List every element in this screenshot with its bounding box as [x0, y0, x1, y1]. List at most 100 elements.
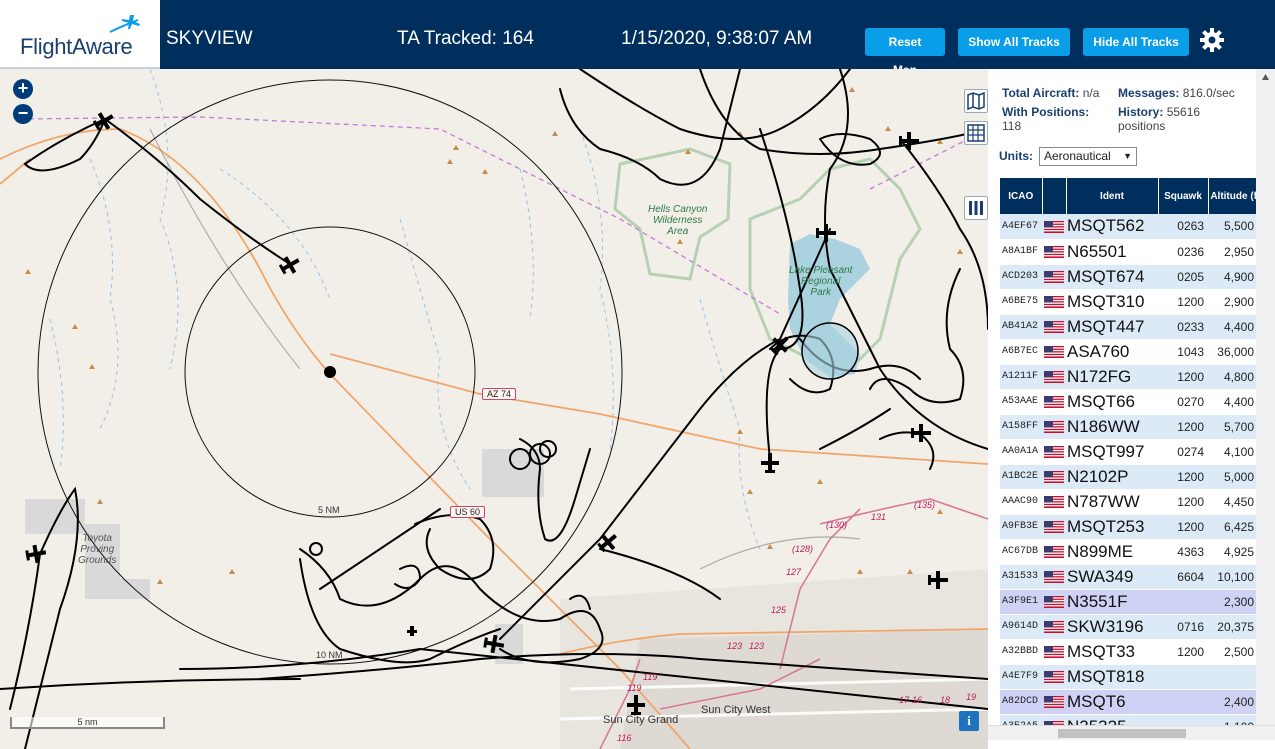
- place-hells-canyon: Hells Canyon Wilderness Area: [648, 204, 708, 237]
- ident-cell: N65501: [1066, 239, 1158, 265]
- icao-cell: AC67DB: [1000, 539, 1042, 565]
- ident-cell: N172FG: [1066, 364, 1158, 390]
- ident-cell: MSQT66: [1066, 389, 1158, 415]
- history-stat: History: 55616 positions: [1118, 105, 1200, 133]
- route-number: 127: [786, 567, 802, 577]
- place-sun-city-west: Sun City West: [701, 704, 771, 716]
- icao-cell: A31533: [1000, 564, 1042, 590]
- altitude-value: 4,100: [1223, 444, 1254, 459]
- ident-cell: N899ME: [1066, 539, 1158, 565]
- total-aircraft-value: n/a: [1082, 86, 1100, 100]
- plane-logo-icon: [109, 15, 140, 33]
- history-value: 55616: [1166, 105, 1201, 119]
- squawk-cell: 1200: [1158, 364, 1208, 390]
- route-number: 119: [643, 672, 658, 682]
- map-layers-icon[interactable]: [964, 89, 988, 113]
- aircraft-table-container[interactable]: ICAO Ident Squawk Altitude (ft) A4EF67 MS…: [1000, 178, 1266, 726]
- aircraft-row[interactable]: A8A1BFN6550102362,950▲: [1000, 239, 1266, 265]
- app-name: SKYVIEW: [166, 28, 253, 49]
- flag-cell: [1042, 464, 1066, 490]
- aircraft-row[interactable]: A4EF67 MSQT562 0263 5,500: [1000, 214, 1266, 240]
- aircraft-row[interactable]: AB41A2 MSQT447 0233 4,400: [1000, 314, 1266, 340]
- icao-cell: A1211F: [1000, 364, 1042, 390]
- route-number: 123: [727, 641, 743, 651]
- flightaware-logo[interactable]: FlightAware: [0, 0, 160, 69]
- route-number: 125: [771, 605, 787, 615]
- reset-map-button[interactable]: Reset Map: [865, 28, 945, 77]
- flag-cell: [1042, 614, 1066, 640]
- with-positions-label: With Positions:: [1002, 105, 1090, 119]
- aircraft-row[interactable]: A1211FN172FG12004,800▼: [1000, 364, 1266, 390]
- units-label: Units:: [999, 149, 1033, 163]
- flag-cell: [1042, 314, 1066, 340]
- zoom-in-button[interactable]: +: [13, 79, 33, 99]
- map-canvas[interactable]: [0, 69, 988, 749]
- column-header-squawk[interactable]: Squawk: [1158, 178, 1209, 214]
- aircraft-row[interactable]: A31533SWA349660410,100▲: [1000, 564, 1266, 590]
- aircraft-row[interactable]: A6B7EC ASA760 1043 36,000: [1000, 339, 1266, 365]
- horizontal-scrollbar[interactable]: [988, 725, 1275, 740]
- map-view[interactable]: + − 5 NM 10 NM AZ 74 US 60 Hells Canyon …: [0, 69, 988, 749]
- squawk-cell: 0274: [1158, 439, 1208, 465]
- route-number: 131: [871, 512, 887, 522]
- scroll-up-arrow-icon[interactable]: [1261, 71, 1270, 83]
- show-all-tracks-button[interactable]: Show All Tracks: [958, 28, 1070, 56]
- altitude-value: 4,900: [1223, 269, 1254, 284]
- ident-cell: N2102P: [1066, 464, 1158, 490]
- aircraft-row[interactable]: A32BBDMSQT3312002,500▲: [1000, 639, 1266, 665]
- total-aircraft-stat: Total Aircraft: n/a: [1002, 86, 1099, 100]
- units-select[interactable]: Aeronautical ▼: [1039, 147, 1137, 166]
- ident-cell: MSQT818: [1066, 664, 1158, 690]
- squawk-cell: 0236: [1158, 239, 1208, 265]
- flag-cell: [1042, 689, 1066, 715]
- vertical-scrollbar[interactable]: [1256, 69, 1275, 725]
- column-header-ident[interactable]: Ident: [1066, 178, 1159, 214]
- horizontal-scrollbar-thumb[interactable]: [1058, 729, 1186, 738]
- squawk-cell: 1200: [1158, 464, 1208, 490]
- grid-icon[interactable]: [964, 121, 988, 145]
- aircraft-row[interactable]: A53AAE MSQT66 0270 4,400: [1000, 389, 1266, 415]
- altitude-value: 6,425: [1223, 519, 1254, 534]
- ident-cell: ASA760: [1066, 339, 1158, 365]
- us-flag-icon: [1044, 671, 1064, 684]
- aircraft-row[interactable]: AAAC90N787WW12004,450▲: [1000, 489, 1266, 515]
- column-header-icao[interactable]: ICAO: [1000, 178, 1043, 214]
- skyview-app: FlightAware SKYVIEW TA Tracked: 164 1/15…: [0, 0, 1275, 749]
- altitude-value: 36,000: [1217, 344, 1254, 359]
- ident-cell: MSQT6: [1066, 689, 1158, 715]
- aircraft-row[interactable]: A4E7F9 MSQT818: [1000, 664, 1266, 690]
- flag-cell: [1042, 364, 1066, 390]
- icao-cell: A9614D: [1000, 614, 1042, 640]
- zoom-out-button[interactable]: −: [13, 104, 33, 124]
- altitude-value: 2,950: [1223, 244, 1254, 259]
- aircraft-row[interactable]: A6BE75MSQT31012002,900▼: [1000, 289, 1266, 315]
- column-header-flag[interactable]: [1042, 178, 1067, 214]
- info-button[interactable]: i: [959, 711, 979, 731]
- squawk-cell: 1200: [1158, 414, 1208, 440]
- flag-cell: [1042, 414, 1066, 440]
- altitude-value: 4,800: [1223, 369, 1254, 384]
- aircraft-row[interactable]: A9614DSKW3196071620,375▲: [1000, 614, 1266, 640]
- us-flag-icon: [1044, 371, 1064, 384]
- aircraft-row[interactable]: AC67DBN899ME43634,925▼: [1000, 539, 1266, 565]
- aircraft-row[interactable]: ACD203 MSQT674 0205 4,900: [1000, 264, 1266, 290]
- icao-cell: AA0A1A: [1000, 439, 1042, 465]
- hide-all-tracks-button[interactable]: Hide All Tracks: [1083, 28, 1189, 56]
- flag-cell: [1042, 264, 1066, 290]
- icao-cell: A158FF: [1000, 414, 1042, 440]
- aircraft-row[interactable]: A9FB3E MSQT253 1200 6,425: [1000, 514, 1266, 540]
- altitude-value: 2,500: [1223, 644, 1254, 659]
- columns-icon[interactable]: [964, 196, 988, 220]
- route-number: 116: [617, 733, 632, 743]
- aircraft-row[interactable]: A3F9E1 N3551F 2,300: [1000, 589, 1266, 615]
- icao-cell: A3F9E1: [1000, 589, 1042, 615]
- aircraft-row[interactable]: AA0A1AMSQT99702744,100▼: [1000, 439, 1266, 465]
- gear-icon[interactable]: [1199, 27, 1225, 53]
- aircraft-row[interactable]: A158FFN186WW12005,700▼: [1000, 414, 1266, 440]
- altitude-value: 4,450: [1223, 494, 1254, 509]
- place-lake-pleasant: Lake Pleasant Regional Park: [789, 265, 853, 298]
- ident-cell: SWA349: [1066, 564, 1158, 590]
- aircraft-row[interactable]: A1BC2EN2102P12005,000▲: [1000, 464, 1266, 490]
- aircraft-row[interactable]: A82DCD MSQT6 2,400: [1000, 689, 1266, 715]
- squawk-cell: 1200: [1158, 514, 1208, 540]
